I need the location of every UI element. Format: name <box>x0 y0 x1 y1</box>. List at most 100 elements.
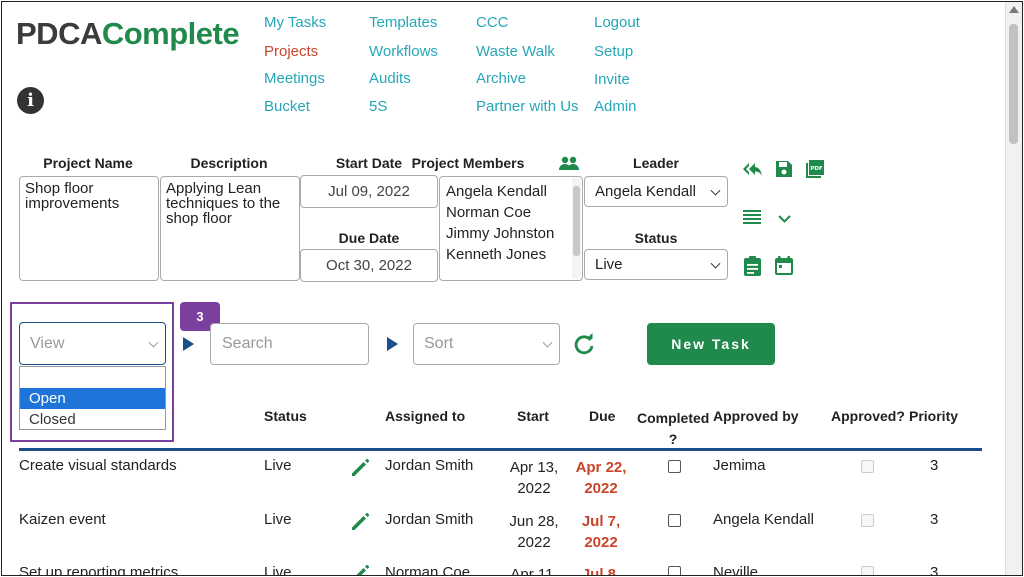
header-completed-line2: ? <box>668 431 678 447</box>
new-task-button[interactable]: New Task <box>647 323 775 365</box>
nav-workflows[interactable]: Workflows <box>369 43 438 60</box>
task-start: Apr 11, <box>507 564 561 576</box>
chevron-down-icon <box>710 258 721 269</box>
due-date-field[interactable]: Oct 30, 2022 <box>300 249 438 282</box>
task-start-line1: Apr 11, <box>510 566 558 576</box>
nav-partner[interactable]: Partner with Us <box>476 98 579 115</box>
nav-admin[interactable]: Admin <box>594 98 637 115</box>
task-due-line2: 2022 <box>584 534 618 551</box>
view-option-blank[interactable] <box>20 367 165 388</box>
edit-pencil-icon[interactable] <box>350 564 370 575</box>
header-priority[interactable]: Priority <box>909 408 958 424</box>
header-approved[interactable]: Approved? <box>831 408 905 424</box>
nav-invite[interactable]: Invite <box>594 71 630 88</box>
completed-checkbox[interactable] <box>668 566 681 575</box>
label-project-members: Project Members <box>411 155 525 171</box>
header-approved-by[interactable]: Approved by <box>713 408 799 424</box>
nav-bucket[interactable]: Bucket <box>264 98 310 115</box>
play-icon[interactable] <box>387 337 398 351</box>
status-value: Live <box>595 256 623 273</box>
save-icon[interactable] <box>775 160 793 183</box>
members-listbox[interactable]: Angela Kendall Norman Coe Jimmy Johnston… <box>439 176 583 281</box>
view-select[interactable]: View <box>19 322 166 365</box>
nav-meetings[interactable]: Meetings <box>264 70 325 87</box>
task-approved-by: Neville <box>713 564 759 576</box>
chevron-down-icon <box>542 337 553 348</box>
members-scroll-thumb[interactable] <box>573 186 580 256</box>
nav-5s[interactable]: 5S <box>369 98 387 115</box>
nav-setup[interactable]: Setup <box>594 43 633 60</box>
nav-archive[interactable]: Archive <box>476 70 526 87</box>
pdf-icon[interactable]: PDF <box>805 159 825 184</box>
status-select[interactable]: Live <box>584 249 728 280</box>
header-assigned-to[interactable]: Assigned to <box>385 408 465 424</box>
reply-all-icon[interactable] <box>741 160 763 183</box>
info-icon[interactable]: i <box>17 87 44 114</box>
refresh-icon[interactable] <box>573 333 595 360</box>
task-approved-by: Jemima <box>713 457 766 474</box>
header-status[interactable]: Status <box>264 408 307 424</box>
task-start-line1: Apr 13, <box>509 459 559 476</box>
play-icon[interactable] <box>183 337 194 351</box>
task-name[interactable]: Kaizen event <box>19 511 106 528</box>
header-completed-line1: Completed <box>637 410 710 426</box>
task-approved-by: Angela Kendall <box>713 511 814 528</box>
edit-pencil-icon[interactable] <box>350 512 370 537</box>
label-project-name: Project Name <box>43 155 133 171</box>
view-option-open[interactable]: Open <box>20 388 165 409</box>
completed-checkbox[interactable] <box>668 514 681 527</box>
scroll-thumb[interactable] <box>1009 24 1018 144</box>
nav-templates[interactable]: Templates <box>369 14 437 31</box>
label-leader: Leader <box>633 155 679 171</box>
project-name-field[interactable]: Shop floor improvements <box>19 176 159 281</box>
header-completed[interactable]: Completed ? <box>637 408 709 450</box>
header-start[interactable]: Start <box>517 408 549 424</box>
task-assigned: Norman Coe <box>385 564 471 576</box>
start-date-field[interactable]: Jul 09, 2022 <box>300 175 438 208</box>
nav-my-tasks[interactable]: My Tasks <box>264 14 326 31</box>
approved-checkbox <box>861 514 874 527</box>
task-due: Jul 8, <box>574 564 628 576</box>
header-due[interactable]: Due <box>589 408 615 424</box>
view-dropdown[interactable]: Open Closed <box>19 366 166 430</box>
nav-projects[interactable]: Projects <box>264 43 318 60</box>
list-icon[interactable] <box>743 210 761 229</box>
leader-select[interactable]: Angela Kendall <box>584 176 728 207</box>
header-rule <box>19 448 982 451</box>
scroll-up-icon[interactable] <box>1009 6 1019 13</box>
member-item[interactable]: Kenneth Jones <box>446 244 576 265</box>
completed-checkbox[interactable] <box>668 460 681 473</box>
description-field[interactable]: Applying Lean techniques to the shop flo… <box>160 176 300 281</box>
task-name[interactable]: Create visual standards <box>19 457 177 474</box>
search-input[interactable]: Search <box>210 323 369 365</box>
task-due-line1: Apr 22, <box>575 459 627 476</box>
approved-checkbox <box>861 460 874 473</box>
people-icon[interactable] <box>558 156 580 177</box>
members-scrollbar[interactable] <box>572 178 581 279</box>
sort-select[interactable]: Sort <box>413 323 560 365</box>
edit-pencil-icon[interactable] <box>350 458 370 483</box>
task-assigned: Jordan Smith <box>385 511 474 528</box>
logo[interactable]: PDCAComplete <box>16 16 240 52</box>
member-item[interactable]: Norman Coe <box>446 202 576 223</box>
task-start-line2: 2022 <box>517 534 551 551</box>
view-option-closed[interactable]: Closed <box>20 409 165 430</box>
expand-chevron-icon[interactable] <box>778 211 791 229</box>
member-item[interactable]: Jimmy Johnston <box>446 223 576 244</box>
nav-waste-walk[interactable]: Waste Walk <box>476 43 555 60</box>
nav-audits[interactable]: Audits <box>369 70 411 87</box>
nav-ccc[interactable]: CCC <box>476 14 509 31</box>
task-start: Jun 28, 2022 <box>507 511 561 553</box>
nav-logout[interactable]: Logout <box>594 14 640 31</box>
calendar-icon[interactable] <box>775 256 793 280</box>
task-start-line1: Jun 28, <box>509 513 559 530</box>
logo-part1: PDCA <box>16 16 102 51</box>
task-due-line2: 2022 <box>584 480 618 497</box>
task-priority: 3 <box>930 564 939 576</box>
member-item[interactable]: Angela Kendall <box>446 181 576 202</box>
task-name[interactable]: Set up reporting metrics <box>19 564 178 575</box>
chevron-down-icon <box>148 337 159 348</box>
task-due-line1: Jul 8, <box>581 566 621 576</box>
clipboard-icon[interactable] <box>744 256 761 281</box>
page-scrollbar[interactable] <box>1005 2 1022 575</box>
